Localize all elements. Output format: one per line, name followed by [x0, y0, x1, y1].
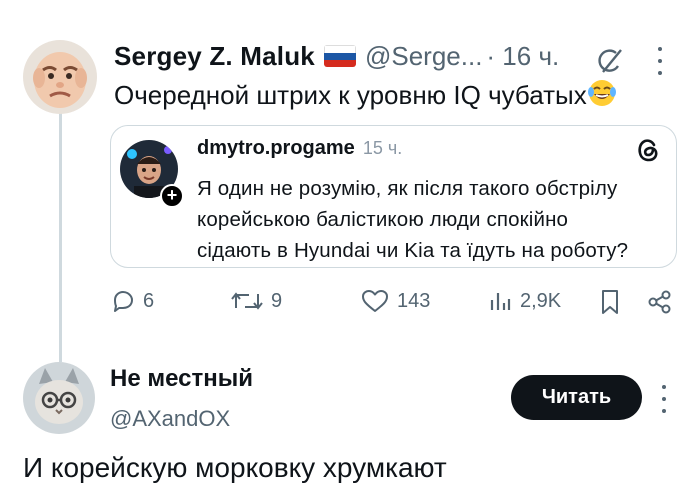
- reply-author-handle[interactable]: @AXandOX: [110, 406, 230, 432]
- quote-author-name[interactable]: dmytro.progame: [197, 137, 355, 160]
- more-options-icon[interactable]: [660, 385, 668, 413]
- follow-button[interactable]: Читать: [511, 375, 642, 420]
- quote-text-line: сідають в Hyundai чи Kia та їдуть на роб…: [197, 239, 629, 262]
- like-count: 143: [397, 289, 431, 312]
- reply-avatar[interactable]: [23, 362, 95, 434]
- reply-text: И корейскую морковку хрумкают: [23, 452, 447, 483]
- repost-button[interactable]: 9: [230, 288, 282, 314]
- author-name[interactable]: Sergey Z. Maluk: [114, 41, 315, 72]
- quote-text-line: Я один не розумію, як після такого обстр…: [197, 177, 618, 200]
- tweet-timestamp[interactable]: · 16 ч.: [486, 41, 559, 72]
- reply-button[interactable]: 6: [110, 288, 154, 314]
- heart-icon: [362, 290, 388, 312]
- tweet-text: Очередной штрих к уровню IQ чубатых: [114, 78, 617, 115]
- repost-icon: [231, 292, 263, 310]
- quote-text-line: корейською балістикою люди спокійно: [197, 208, 569, 231]
- quote-text: Я один не розумію, як після такого обстр…: [197, 173, 667, 266]
- bookmark-button[interactable]: [598, 288, 622, 316]
- thread-connector-line: [59, 112, 62, 362]
- flag-stripe-blue: [323, 53, 356, 60]
- avatar[interactable]: [23, 40, 97, 114]
- follow-plus-icon[interactable]: +: [160, 184, 184, 208]
- tweet-text-content: Очередной штрих к уровню IQ чубатых: [114, 80, 587, 110]
- tweet-header: Sergey Z. Maluk @Serge... · 16 ч.: [114, 38, 559, 74]
- tweet-thread: Sergey Z. Maluk @Serge... · 16 ч. Очеред…: [0, 0, 700, 502]
- threads-logo-icon: [635, 137, 661, 163]
- reply-icon: [114, 291, 133, 312]
- like-button[interactable]: 143: [360, 288, 430, 314]
- author-handle[interactable]: @Serge...: [365, 41, 482, 72]
- russian-flag-icon: [323, 45, 356, 67]
- flag-stripe-white: [323, 45, 356, 53]
- more-options-icon[interactable]: [656, 47, 664, 75]
- views-chart-icon: [490, 293, 511, 310]
- share-icon: [648, 290, 671, 314]
- grok-icon[interactable]: [595, 46, 625, 76]
- quote-timestamp: 15 ч.: [362, 138, 403, 158]
- laughing-tears-emoji-icon: [587, 78, 617, 115]
- flag-stripe-red: [323, 60, 356, 67]
- reply-author-name[interactable]: Не местный: [110, 365, 253, 393]
- share-button[interactable]: [646, 288, 674, 316]
- bookmark-icon: [602, 290, 618, 314]
- tweet-action-bar: 6 9 143 2,9K: [0, 288, 700, 320]
- repost-count: 9: [271, 289, 283, 312]
- views-button[interactable]: 2,9K: [487, 288, 561, 314]
- quote-header: dmytro.progame 15 ч.: [197, 137, 402, 160]
- views-count: 2,9K: [520, 289, 562, 312]
- reply-count: 6: [143, 289, 155, 312]
